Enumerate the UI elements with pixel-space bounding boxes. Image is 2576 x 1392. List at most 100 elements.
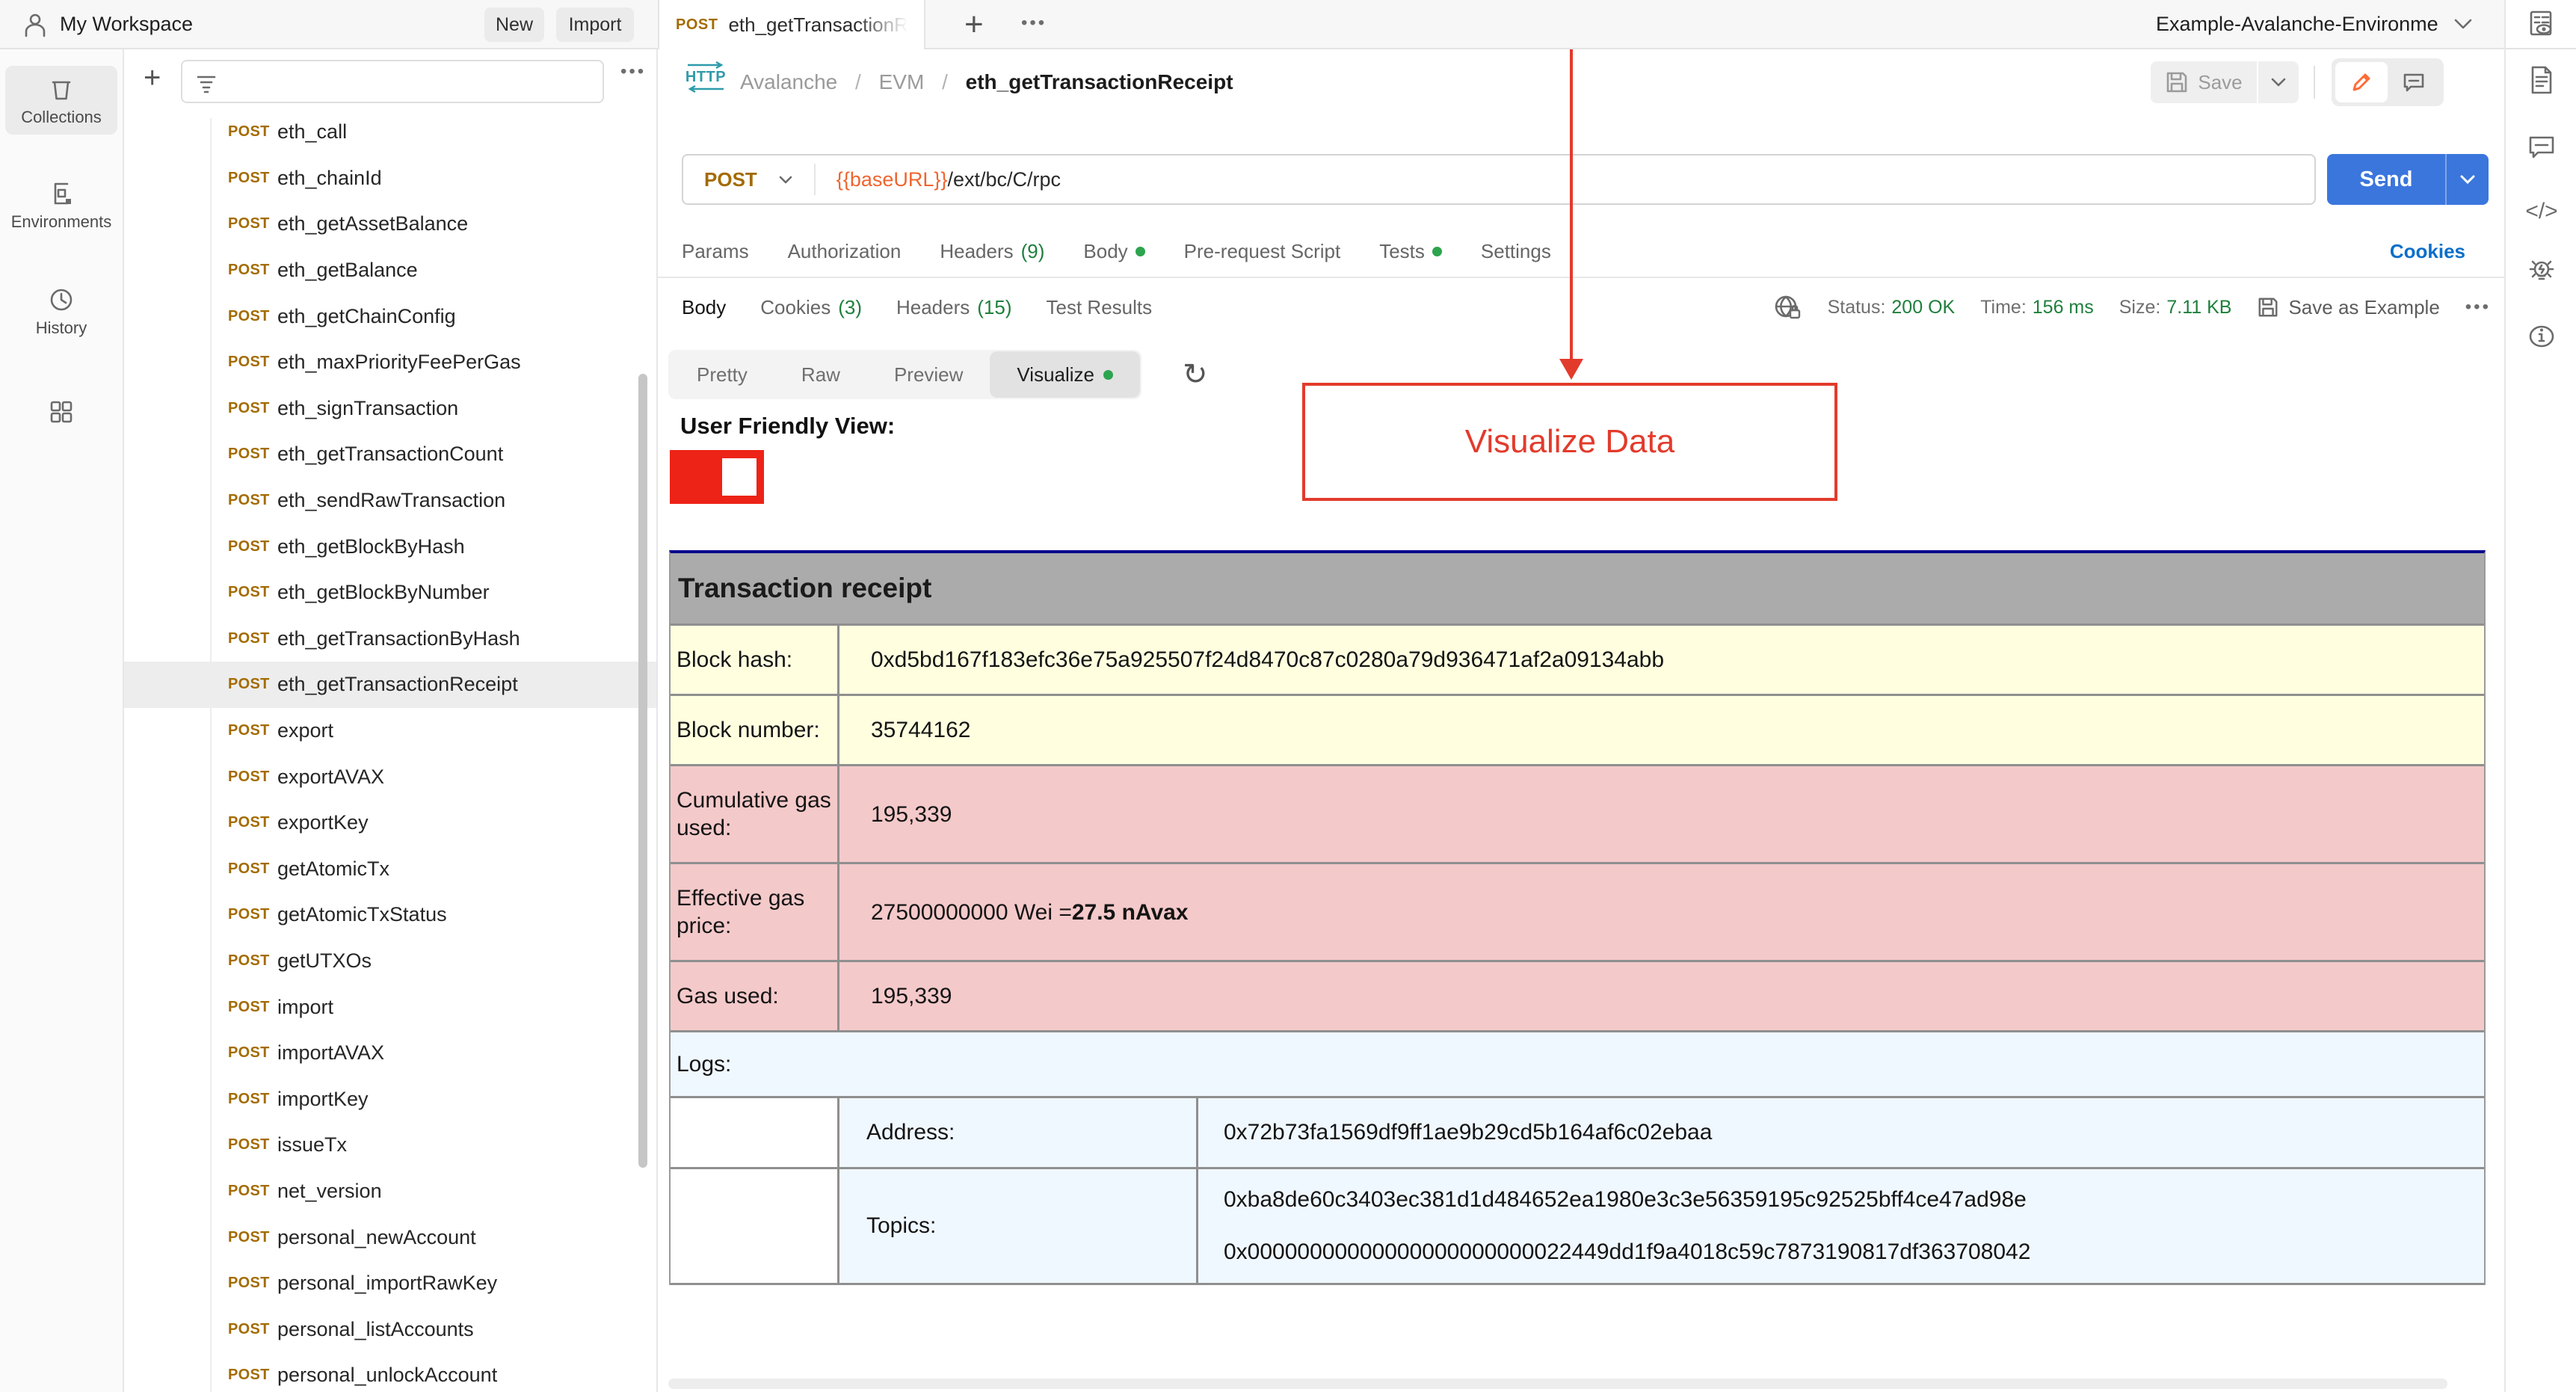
sidebar-request-item[interactable]: POST eth_sendRawTransaction: [124, 478, 656, 524]
logs-row: Logs:: [671, 1032, 2484, 1098]
url-bar[interactable]: POST {{baseURL}}/ext/bc/C/rpc: [682, 154, 2316, 205]
request-tab-params[interactable]: Params: [682, 240, 749, 263]
lightbulb-icon: [2529, 260, 2554, 280]
time-badge[interactable]: Time: 156 ms: [1980, 297, 2094, 318]
response-tab-headers[interactable]: Headers (15): [896, 296, 1012, 319]
user-friendly-toggle[interactable]: [670, 450, 764, 504]
request-tab-body[interactable]: Body: [1083, 240, 1145, 263]
send-options-button[interactable]: [2445, 154, 2489, 205]
edit-mode-button[interactable]: [2335, 62, 2388, 102]
breadcrumb-collection[interactable]: Avalanche: [740, 70, 837, 93]
collection-sidebar: + ••• POST eth_call POST eth_chainId POST eth…: [124, 49, 658, 1392]
sidebar-request-item[interactable]: POST eth_getBalance: [124, 247, 656, 294]
sidebar-request-item[interactable]: POST importAVAX: [124, 1030, 656, 1077]
request-tab-headers[interactable]: Headers (9): [940, 240, 1044, 263]
save-options-button[interactable]: [2258, 61, 2299, 103]
response-tab-cookies[interactable]: Cookies (3): [760, 296, 862, 319]
documentation-button[interactable]: [2506, 64, 2576, 96]
open-request-tab[interactable]: POST eth_getTransactionRece: [658, 0, 925, 49]
sidebar-request-item[interactable]: POST getAtomicTx: [124, 846, 656, 893]
view-tab-raw[interactable]: Raw: [774, 351, 867, 398]
sidebar-request-item[interactable]: POST exportKey: [124, 800, 656, 846]
sidebar-request-item[interactable]: POST eth_getBlockByHash: [124, 523, 656, 570]
refresh-icon[interactable]: ↻: [1183, 350, 1208, 399]
request-tab-pre-request-script[interactable]: Pre-request Script: [1184, 240, 1341, 263]
request-tab-authorization[interactable]: Authorization: [788, 240, 902, 263]
green-dot: [1135, 246, 1145, 256]
sidebar-request-item[interactable]: POST eth_getChainConfig: [124, 293, 656, 339]
sidebar-request-item[interactable]: POST personal_listAccounts: [124, 1306, 656, 1352]
save-as-example-button[interactable]: Save as Example: [2257, 296, 2440, 319]
sidebar-request-item[interactable]: POST eth_getTransactionByHash: [124, 616, 656, 662]
sidebar-request-item[interactable]: POST personal_unlockAccount: [124, 1352, 656, 1392]
import-button[interactable]: Import: [556, 7, 634, 42]
add-collection-button[interactable]: +: [144, 61, 161, 95]
sidebar-request-item[interactable]: POST getAtomicTxStatus: [124, 892, 656, 938]
environment-quick-look-button[interactable]: [2506, 0, 2576, 49]
method-dropdown[interactable]: POST: [683, 168, 814, 191]
toggle-knob: [722, 458, 757, 496]
sidebar-request-item[interactable]: POST personal_importRawKey: [124, 1260, 656, 1307]
sidebar-request-item[interactable]: POST eth_chainId: [124, 155, 656, 202]
breadcrumb-folder[interactable]: EVM: [879, 70, 925, 93]
send-button[interactable]: Send: [2327, 154, 2489, 205]
size-badge[interactable]: Size: 7.11 KB: [2119, 297, 2232, 318]
method-badge: POST: [228, 860, 270, 877]
sidebar-item-environments[interactable]: Environments: [5, 170, 117, 239]
cookies-link[interactable]: Cookies: [2390, 226, 2465, 277]
tab-more-button[interactable]: •••: [1021, 0, 1047, 46]
response-more-button[interactable]: •••: [2465, 297, 2491, 318]
url-input[interactable]: {{baseURL}}/ext/bc/C/rpc: [836, 168, 1061, 191]
sidebar-request-item[interactable]: POST eth_signTransaction: [124, 386, 656, 432]
table-value-cell: 195,339: [839, 766, 2484, 862]
sidebar-request-item[interactable]: POST getUTXOs: [124, 938, 656, 985]
request-tab-tests[interactable]: Tests: [1379, 240, 1442, 263]
comment-icon: [2403, 73, 2424, 92]
new-button[interactable]: New: [484, 7, 544, 42]
horizontal-scrollbar[interactable]: [668, 1379, 2447, 1389]
tab-label: Pretty: [697, 363, 748, 386]
method-badge: POST: [228, 307, 270, 324]
sidebar-request-item[interactable]: POST eth_getTransactionReceipt: [124, 662, 656, 708]
sidebar-request-item[interactable]: POST net_version: [124, 1168, 656, 1215]
request-name: eth_getAssetBalance: [277, 212, 469, 235]
info-button[interactable]: [2506, 320, 2576, 353]
sidebar-scrollbar[interactable]: [638, 374, 647, 1168]
status-badge[interactable]: Status: 200 OK: [1828, 297, 1956, 318]
sidebar-item-history[interactable]: History: [5, 277, 117, 345]
sidebar-request-item[interactable]: POST eth_getTransactionCount: [124, 431, 656, 478]
request-name: eth_getBlockByHash: [277, 535, 465, 558]
comments-button[interactable]: [2506, 132, 2576, 163]
sidebar-request-item[interactable]: POST personal_newAccount: [124, 1214, 656, 1260]
view-tab-pretty[interactable]: Pretty: [670, 351, 774, 398]
sidebar-request-item[interactable]: POST eth_getAssetBalance: [124, 201, 656, 247]
workspace-title[interactable]: My Workspace: [60, 0, 193, 48]
sidebar-request-item[interactable]: POST exportAVAX: [124, 754, 656, 800]
view-tab-visualize[interactable]: Visualize: [990, 351, 1141, 398]
request-tab-settings[interactable]: Settings: [1481, 240, 1551, 263]
sidebar-request-item[interactable]: POST eth_maxPriorityFeePerGas: [124, 339, 656, 386]
breadcrumb-request[interactable]: eth_getTransactionReceipt: [966, 70, 1233, 93]
table-value-cell: 35744162: [839, 696, 2484, 764]
sidebar-request-item[interactable]: POST eth_call: [124, 109, 656, 155]
filter-input[interactable]: [181, 60, 604, 103]
comment-mode-button[interactable]: [2388, 62, 2440, 102]
sidebar-request-item[interactable]: POST eth_getBlockByNumber: [124, 570, 656, 616]
save-button[interactable]: Save: [2151, 61, 2257, 103]
sidebar-request-item[interactable]: POST importKey: [124, 1076, 656, 1122]
method-badge: POST: [228, 1044, 270, 1062]
view-tab-preview[interactable]: Preview: [867, 351, 990, 398]
code-snippet-button[interactable]: </>: [2506, 199, 2576, 224]
sidebar-request-item[interactable]: POST import: [124, 984, 656, 1030]
environment-selector[interactable]: Example-Avalanche-Environme: [2156, 0, 2473, 48]
pull-request-ideas-button[interactable]: [2506, 256, 2576, 289]
response-tab-body[interactable]: Body: [682, 296, 726, 319]
sidebar-item-collections[interactable]: Collections: [5, 66, 117, 135]
sidebar-request-item[interactable]: POST issueTx: [124, 1122, 656, 1168]
sidebar-item-more-apps[interactable]: [5, 389, 117, 434]
sidebar-request-item[interactable]: POST export: [124, 708, 656, 754]
response-tab-test-results[interactable]: Test Results: [1047, 296, 1153, 319]
sidebar-more-button[interactable]: •••: [620, 61, 646, 82]
send-label: Send: [2359, 167, 2413, 191]
add-tab-button[interactable]: +: [964, 1, 984, 48]
